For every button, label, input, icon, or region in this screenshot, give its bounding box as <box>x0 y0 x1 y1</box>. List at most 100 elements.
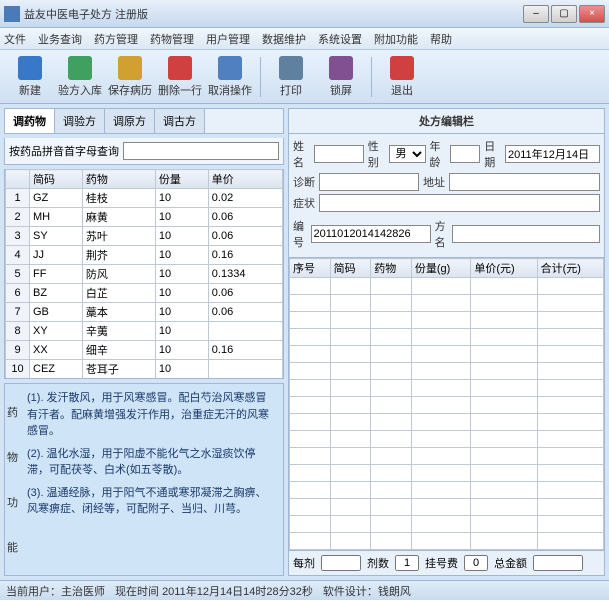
rx-row[interactable] <box>290 482 604 499</box>
tab-调古方[interactable]: 调古方 <box>155 109 205 133</box>
rx-row[interactable] <box>290 499 604 516</box>
maximize-button[interactable]: ▢ <box>551 5 577 23</box>
rx-row[interactable] <box>290 346 604 363</box>
tool-新建[interactable]: 新建 <box>6 53 54 101</box>
rcol-header[interactable]: 简码 <box>330 259 371 278</box>
col-header[interactable]: 药物 <box>82 170 155 189</box>
tab-调药物[interactable]: 调药物 <box>5 109 55 133</box>
table-row[interactable]: 11SJ生姜10 <box>6 379 283 380</box>
prescription-grid[interactable]: 序号简码药物份量(g)单价(元)合计(元) <box>288 258 605 551</box>
rx-row[interactable] <box>290 329 604 346</box>
tool-退出[interactable]: 退出 <box>378 53 426 101</box>
rcol-header[interactable]: 药物 <box>371 259 412 278</box>
tab-调验方[interactable]: 调验方 <box>55 109 105 133</box>
rx-row[interactable] <box>290 414 604 431</box>
search-label: 按药品拼音首字母查询 <box>9 143 119 159</box>
rx-row[interactable] <box>290 465 604 482</box>
tool-打印[interactable]: 打印 <box>267 53 315 101</box>
rcol-header[interactable]: 合计(元) <box>537 259 603 278</box>
menu-业务查询[interactable]: 业务查询 <box>38 31 82 47</box>
sym-input[interactable] <box>319 194 600 212</box>
取消操作-icon <box>218 56 242 80</box>
col-header[interactable]: 简码 <box>30 170 83 189</box>
tool-验方入库[interactable]: 验方入库 <box>56 53 104 101</box>
rx-row[interactable] <box>290 295 604 312</box>
statusbar: 当前用户：主治医师 现在时间 2011年12月14日14时28分32秒 软件设计… <box>0 580 609 600</box>
user-label: 当前用户： <box>6 586 61 598</box>
col-header[interactable]: 份量 <box>155 170 208 189</box>
table-row[interactable]: 5FF防风100.1334 <box>6 265 283 284</box>
menu-药方管理[interactable]: 药方管理 <box>94 31 138 47</box>
fee-input[interactable] <box>464 555 488 571</box>
summary-bar: 每剂 剂数 挂号费 总金额 <box>288 551 605 576</box>
toolbar: 新建验方入库保存病历删除一行取消操作打印锁屏退出 <box>0 50 609 104</box>
rx-row[interactable] <box>290 431 604 448</box>
no-input[interactable] <box>311 225 431 243</box>
date-input[interactable] <box>505 145 600 163</box>
menu-附加功能[interactable]: 附加功能 <box>374 31 418 47</box>
sex-select[interactable]: 男 <box>389 145 426 163</box>
tool-取消操作[interactable]: 取消操作 <box>206 53 254 101</box>
table-row[interactable]: 2MH麻黄100.06 <box>6 208 283 227</box>
tool-label: 退出 <box>391 82 413 98</box>
description-panel: 药物功能 (1). 发汗散风，用于风寒感冒。配白芍治风寒感冒有汗者。配麻黄增强发… <box>4 383 284 576</box>
验方入库-icon <box>68 56 92 80</box>
name-input[interactable] <box>314 145 364 163</box>
退出-icon <box>390 56 414 80</box>
table-row[interactable]: 4JJ荆芥100.16 <box>6 246 283 265</box>
drug-grid[interactable]: 简码药物份量单价1GZ桂枝100.022MH麻黄100.063SY苏叶100.0… <box>4 169 284 379</box>
addr-input[interactable] <box>449 173 600 191</box>
prescription-title: 处方编辑栏 <box>288 108 605 134</box>
tool-label: 打印 <box>280 82 302 98</box>
tool-删除一行[interactable]: 删除一行 <box>156 53 204 101</box>
time-value: 2011年12月14日14时28分32秒 <box>162 586 313 598</box>
minimize-button[interactable]: – <box>523 5 549 23</box>
rx-row[interactable] <box>290 448 604 465</box>
dev-label: 软件设计： <box>323 586 378 598</box>
tab-调原方[interactable]: 调原方 <box>105 109 155 133</box>
fee-label: 挂号费 <box>425 555 458 571</box>
menu-数据维护[interactable]: 数据维护 <box>262 31 306 47</box>
search-input[interactable] <box>123 142 279 160</box>
col-header[interactable] <box>6 170 30 189</box>
diag-input[interactable] <box>319 173 419 191</box>
rx-row[interactable] <box>290 363 604 380</box>
tool-保存病历[interactable]: 保存病历 <box>106 53 154 101</box>
count-input[interactable] <box>395 555 419 571</box>
menu-文件[interactable]: 文件 <box>4 31 26 47</box>
table-row[interactable]: 8XY辛荑10 <box>6 322 283 341</box>
per-input[interactable] <box>321 555 361 571</box>
menu-帮助[interactable]: 帮助 <box>430 31 452 47</box>
menu-用户管理[interactable]: 用户管理 <box>206 31 250 47</box>
menu-系统设置[interactable]: 系统设置 <box>318 31 362 47</box>
table-row[interactable]: 7GB藁本100.06 <box>6 303 283 322</box>
rx-row[interactable] <box>290 533 604 550</box>
rcol-header[interactable]: 份量(g) <box>411 259 470 278</box>
table-row[interactable]: 10CEZ苍耳子10 <box>6 360 283 379</box>
tool-锁屏[interactable]: 锁屏 <box>317 53 365 101</box>
desc-para: (3). 温通经脉，用于阳气不通或寒邪凝滞之胸痹、风寒痹症、闭经等，可配附子、当… <box>27 485 277 518</box>
table-row[interactable]: 3SY苏叶100.06 <box>6 227 283 246</box>
titlebar: 益友中医电子处方 注册版 – ▢ × <box>0 0 609 28</box>
menu-药物管理[interactable]: 药物管理 <box>150 31 194 47</box>
tool-label: 新建 <box>19 82 41 98</box>
rx-row[interactable] <box>290 312 604 329</box>
date-label: 日期 <box>484 138 501 170</box>
rx-row[interactable] <box>290 278 604 295</box>
删除一行-icon <box>168 56 192 80</box>
total-input[interactable] <box>533 555 583 571</box>
rx-row[interactable] <box>290 397 604 414</box>
rx-row[interactable] <box>290 516 604 533</box>
sex-label: 性别 <box>368 138 385 170</box>
age-input[interactable] <box>450 145 480 163</box>
close-button[interactable]: × <box>579 5 605 23</box>
col-header[interactable]: 单价 <box>208 170 282 189</box>
table-row[interactable]: 6BZ白芷100.06 <box>6 284 283 303</box>
table-row[interactable]: 1GZ桂枝100.02 <box>6 189 283 208</box>
fname-input[interactable] <box>452 225 600 243</box>
rcol-header[interactable]: 序号 <box>290 259 331 278</box>
user-value: 主治医师 <box>61 586 105 598</box>
rcol-header[interactable]: 单价(元) <box>471 259 537 278</box>
table-row[interactable]: 9XX细辛100.16 <box>6 341 283 360</box>
rx-row[interactable] <box>290 380 604 397</box>
